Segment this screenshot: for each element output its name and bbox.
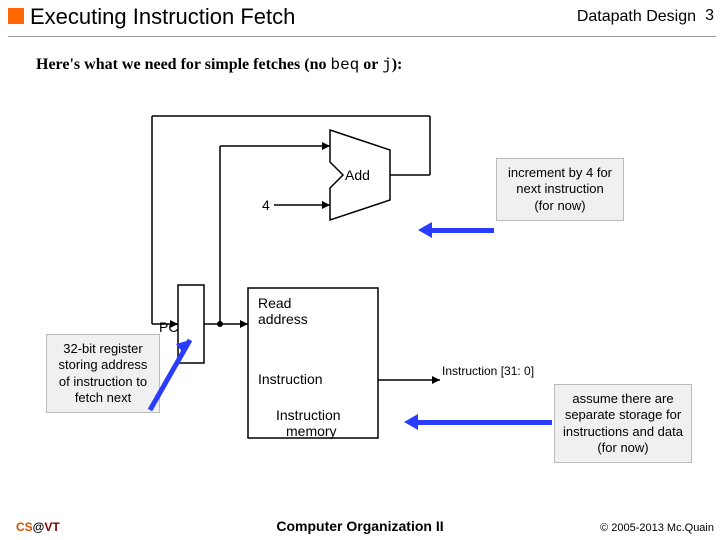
arrow-pc <box>150 330 210 420</box>
intro-code-j: j <box>382 56 392 74</box>
slide: Executing Instruction Fetch Datapath Des… <box>0 0 720 540</box>
topic-label: Datapath Design <box>577 8 696 26</box>
intro-text: Here's what we need for simple fetches (… <box>36 56 402 74</box>
page-number: 3 <box>705 7 714 25</box>
title-rule <box>8 36 716 37</box>
callout-pc: 32-bit register storing address of instr… <box>46 334 160 413</box>
arrowhead-harvard-icon <box>404 414 418 430</box>
callout-increment: increment by 4 for next instruction (for… <box>496 158 624 221</box>
intro-suffix: ): <box>392 56 403 73</box>
intro-prefix: Here's what we need for simple fetches (… <box>36 56 330 73</box>
const-4-label: 4 <box>262 197 270 213</box>
arrowhead-instr-out <box>432 376 440 384</box>
callout-harvard: assume there are separate storage for in… <box>554 384 692 463</box>
footer-right: © 2005-2013 Mc.Quain <box>600 522 714 534</box>
arrowhead-const4 <box>322 201 330 209</box>
arrowhead-pc-imem <box>240 320 248 328</box>
imem-label: Instruction memory <box>276 407 344 439</box>
footer: CS@VT Computer Organization II © 2005-20… <box>0 512 720 540</box>
instruction-port-label: Instruction <box>258 371 323 387</box>
arrow-increment <box>430 228 494 233</box>
title-bar: Executing Instruction Fetch Datapath Des… <box>0 0 720 38</box>
slide-title: Executing Instruction Fetch <box>30 4 295 30</box>
adder-label: Add <box>345 167 370 183</box>
arrow-harvard <box>416 420 552 425</box>
accent-square-icon <box>8 8 24 24</box>
intro-mid: or <box>359 56 382 73</box>
instruction-bus-label: Instruction [31: 0] <box>442 364 534 378</box>
arrowhead-pc-adder <box>322 142 330 150</box>
intro-code-beq: beq <box>330 56 359 74</box>
arrowhead-increment-icon <box>418 222 432 238</box>
